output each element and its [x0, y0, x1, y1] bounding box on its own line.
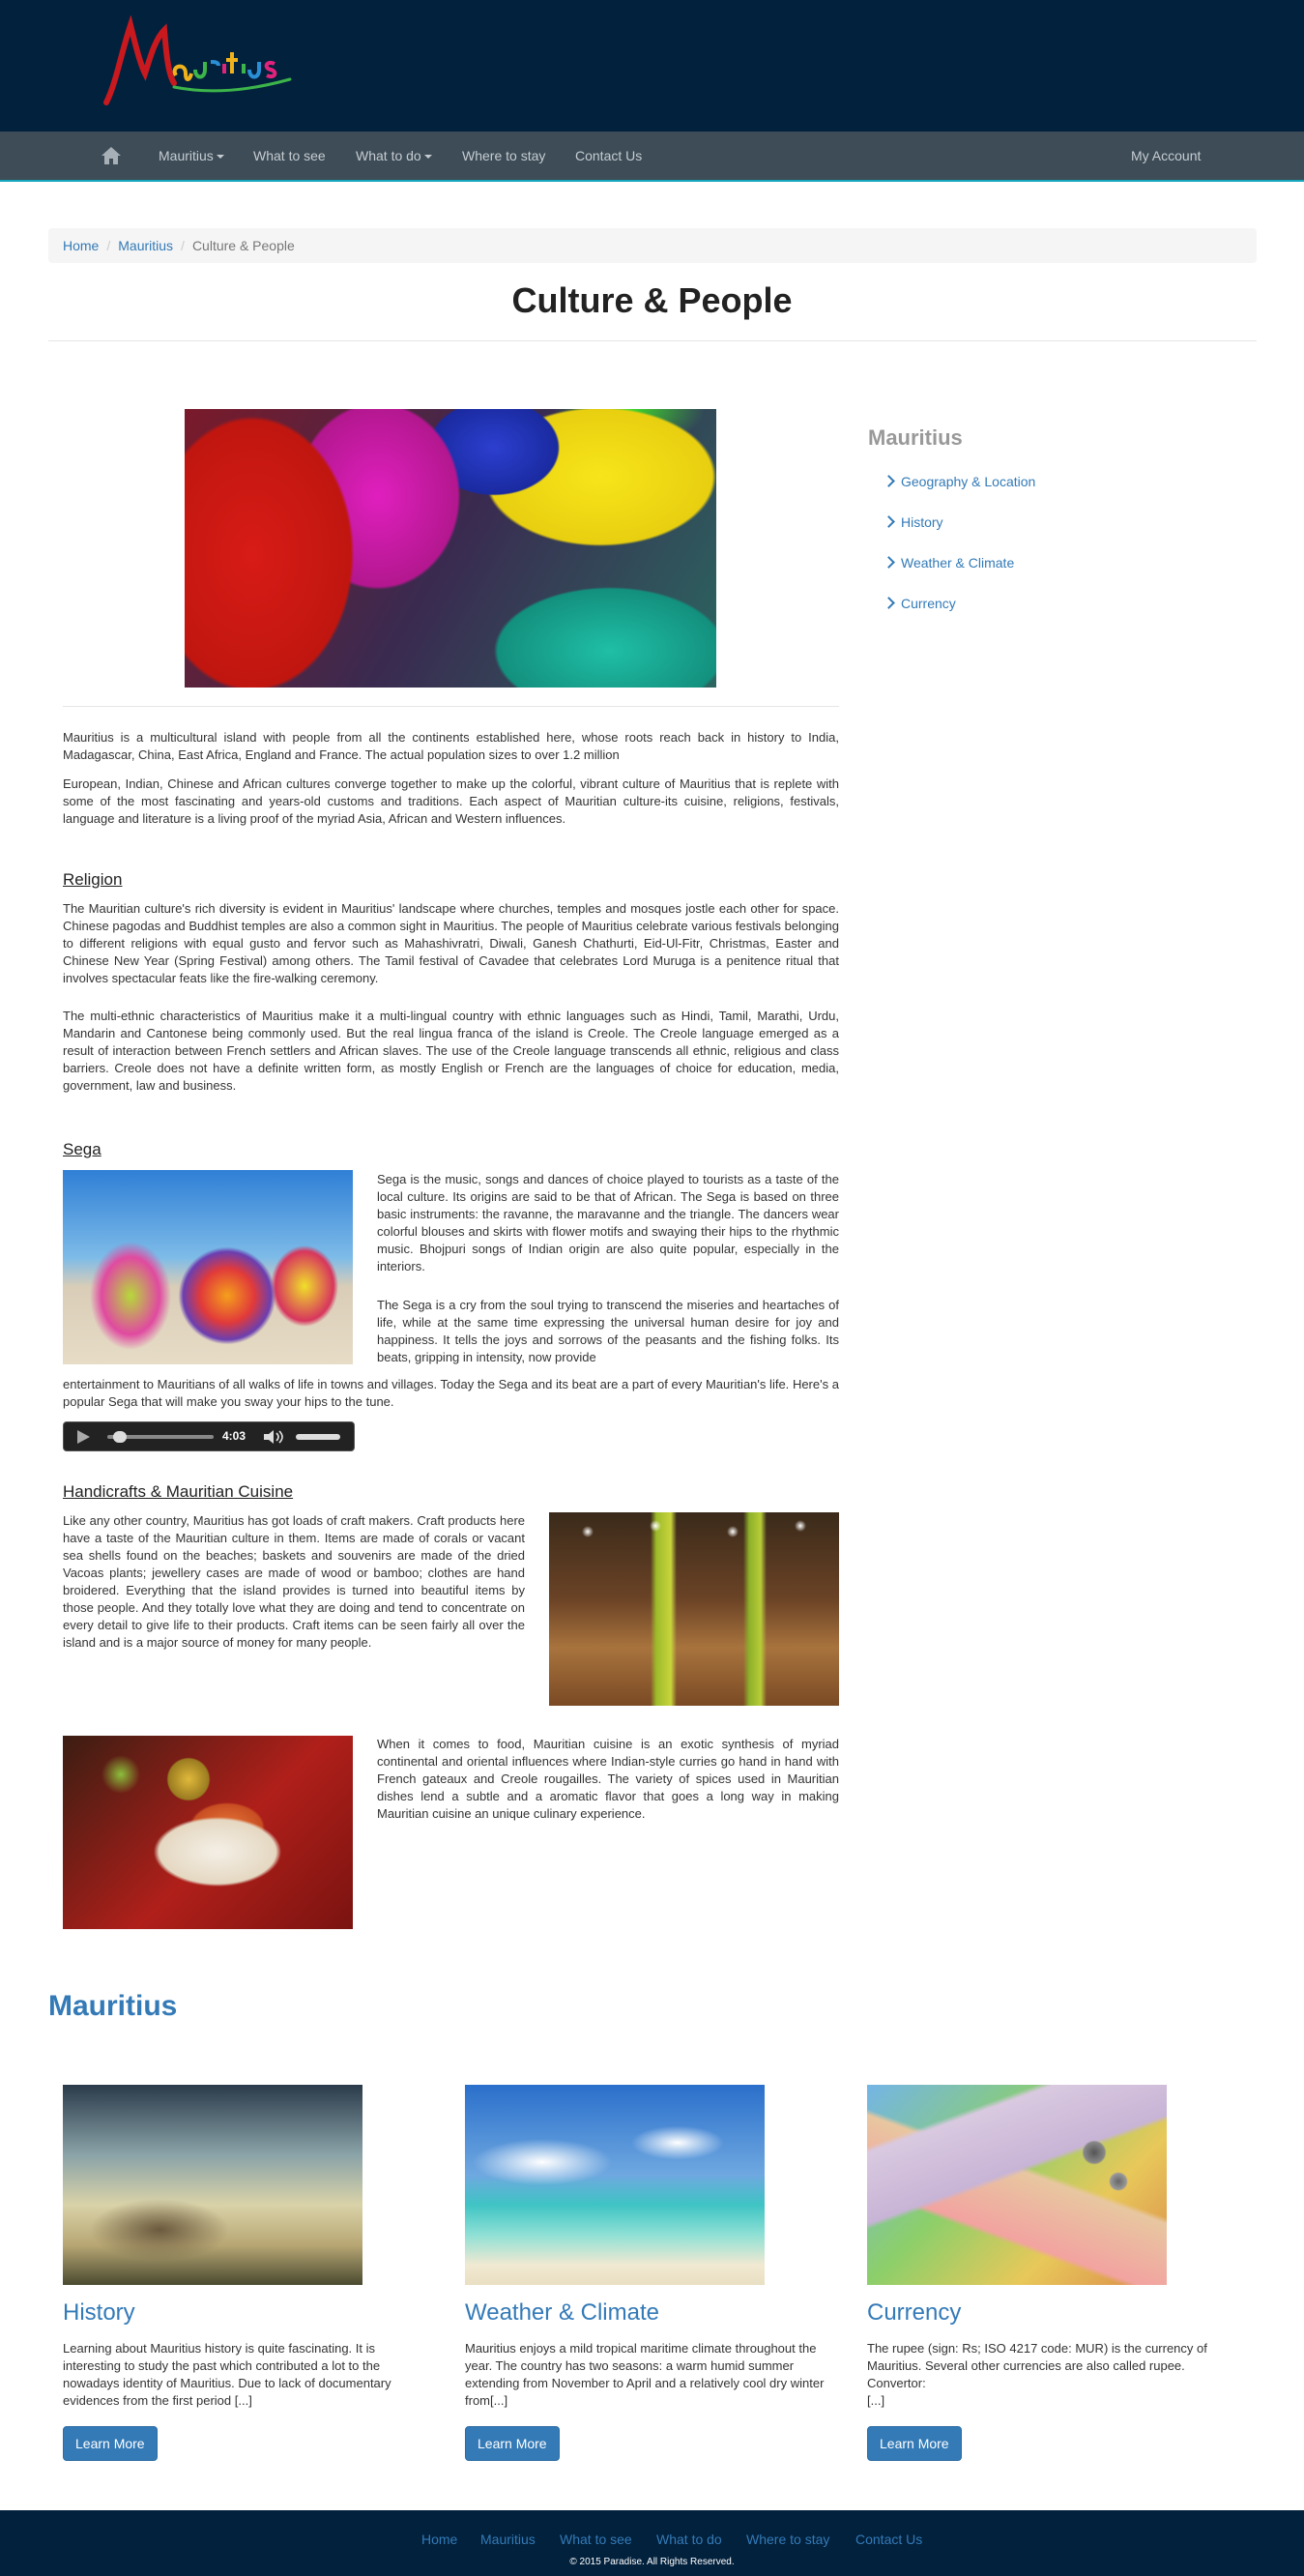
- play-icon[interactable]: [77, 1430, 90, 1444]
- history-card-image[interactable]: [63, 2085, 362, 2285]
- breadcrumb-mauritius[interactable]: Mauritius: [118, 238, 173, 253]
- history-card-text: Learning about Mauritius history is quit…: [63, 2341, 391, 2408]
- nav-item-where-to-stay[interactable]: Where to stay: [462, 132, 545, 180]
- cuisine-paragraph: When it comes to food, Mauritian cuisine…: [377, 1737, 839, 1821]
- nav-item-what-to-see[interactable]: What to see: [253, 132, 326, 180]
- caret-down-icon: [423, 155, 432, 160]
- history-card-title[interactable]: History: [63, 2299, 135, 2327]
- chevron-right-icon: [883, 597, 895, 609]
- logo-artwork: [103, 15, 292, 105]
- sega-paragraph-2: The Sega is a cry from the soul trying t…: [377, 1298, 839, 1364]
- religion-heading: Religion: [63, 870, 123, 889]
- intro-paragraph-1: Mauritius is a multicultural island with…: [63, 730, 839, 762]
- section-heading: Mauritius: [48, 1990, 178, 2022]
- footer-link-home[interactable]: Home: [421, 2532, 457, 2547]
- footer-link-what-to-do[interactable]: What to do: [656, 2532, 722, 2547]
- chevron-right-icon: [883, 515, 895, 528]
- craft-market-image: [549, 1512, 839, 1706]
- sidebar-item-currency[interactable]: Currency: [883, 596, 956, 611]
- currency-card-title[interactable]: Currency: [867, 2299, 961, 2327]
- chevron-right-icon: [883, 556, 895, 569]
- nav-item-what-to-do[interactable]: What to do: [356, 132, 432, 180]
- copyright-text: © 2015 Paradise. All Rights Reserved.: [569, 2557, 735, 2567]
- mauritius-logo[interactable]: [97, 15, 319, 112]
- sidebar-item-weather[interactable]: Weather & Climate: [883, 555, 1015, 571]
- religion-paragraph-2: The multi-ethnic characteristics of Maur…: [63, 1009, 839, 1093]
- currency-card-ellipsis: [...]: [867, 2393, 885, 2408]
- history-learn-more-button[interactable]: Learn More: [63, 2426, 158, 2461]
- page-title: Culture & People: [511, 280, 793, 320]
- currency-card-text: The rupee (sign: Rs; ISO 4217 code: MUR)…: [867, 2341, 1207, 2390]
- sidebar-item-label: Currency: [901, 596, 956, 611]
- handicrafts-paragraph: Like any other country, Mauritius has go…: [63, 1513, 525, 1650]
- site-header: [0, 0, 1304, 132]
- main-navbar: Mauritius What to see What to do Where t…: [0, 132, 1304, 182]
- breadcrumb-current: Culture & People: [191, 238, 295, 253]
- religion-paragraph-1: The Mauritian culture's rich diversity i…: [63, 901, 839, 985]
- colored-powder-image: [185, 409, 716, 688]
- weather-card-text: Mauritius enjoys a mild tropical maritim…: [465, 2341, 825, 2408]
- nav-item-my-account[interactable]: My Account: [1131, 132, 1201, 180]
- chevron-right-icon: [883, 475, 895, 487]
- breadcrumb: Home / Mauritius / Culture & People: [48, 228, 1257, 263]
- nav-item-mauritius[interactable]: Mauritius: [159, 132, 224, 180]
- nav-item-contact-us[interactable]: Contact Us: [575, 132, 642, 180]
- nav-label: What to do: [356, 148, 421, 163]
- weather-card-title[interactable]: Weather & Climate: [465, 2299, 659, 2327]
- weather-learn-more-button[interactable]: Learn More: [465, 2426, 560, 2461]
- site-footer: Home Mauritius What to see What to do Wh…: [0, 2510, 1304, 2576]
- volume-slider[interactable]: [296, 1434, 340, 1440]
- footer-link-mauritius[interactable]: Mauritius: [480, 2532, 536, 2547]
- handicrafts-heading: Handicrafts & Mauritian Cuisine: [63, 1482, 294, 1501]
- divider: [48, 340, 1257, 341]
- sidebar-item-label: Geography & Location: [901, 474, 1036, 489]
- sidebar-item-geography[interactable]: Geography & Location: [883, 474, 1036, 489]
- intro-paragraph-2: European, Indian, Chinese and African cu…: [63, 776, 839, 826]
- sidebar-item-history[interactable]: History: [883, 514, 943, 530]
- sega-paragraph-2-continued: entertainment to Mauritians of all walks…: [63, 1377, 839, 1409]
- caret-down-icon: [216, 155, 224, 160]
- nav-label: Mauritius: [159, 148, 214, 163]
- sega-heading: Sega: [63, 1140, 101, 1158]
- currency-learn-more-button[interactable]: Learn More: [867, 2426, 962, 2461]
- divider: [63, 706, 839, 707]
- audio-duration: 4:03: [222, 1429, 246, 1443]
- sidebar-item-label: History: [901, 514, 943, 530]
- currency-card-image[interactable]: [867, 2085, 1167, 2285]
- breadcrumb-home[interactable]: Home: [63, 238, 99, 253]
- weather-card-image[interactable]: [465, 2085, 765, 2285]
- footer-link-where-to-stay[interactable]: Where to stay: [746, 2532, 829, 2547]
- breadcrumb-separator: /: [106, 238, 111, 253]
- breadcrumb-separator: /: [181, 238, 185, 253]
- footer-link-contact-us[interactable]: Contact Us: [855, 2532, 922, 2547]
- sega-dancers-image: [63, 1170, 353, 1364]
- sidebar-title: Mauritius: [868, 425, 963, 450]
- sidebar-item-label: Weather & Climate: [901, 555, 1015, 571]
- footer-link-what-to-see[interactable]: What to see: [560, 2532, 632, 2547]
- mauritian-food-image: [63, 1736, 353, 1929]
- audio-player: 4:03: [63, 1421, 355, 1451]
- audio-progress-handle[interactable]: [112, 1431, 127, 1443]
- volume-icon[interactable]: [263, 1429, 286, 1445]
- home-icon[interactable]: [101, 145, 122, 166]
- sega-paragraph-1: Sega is the music, songs and dances of c…: [377, 1172, 839, 1273]
